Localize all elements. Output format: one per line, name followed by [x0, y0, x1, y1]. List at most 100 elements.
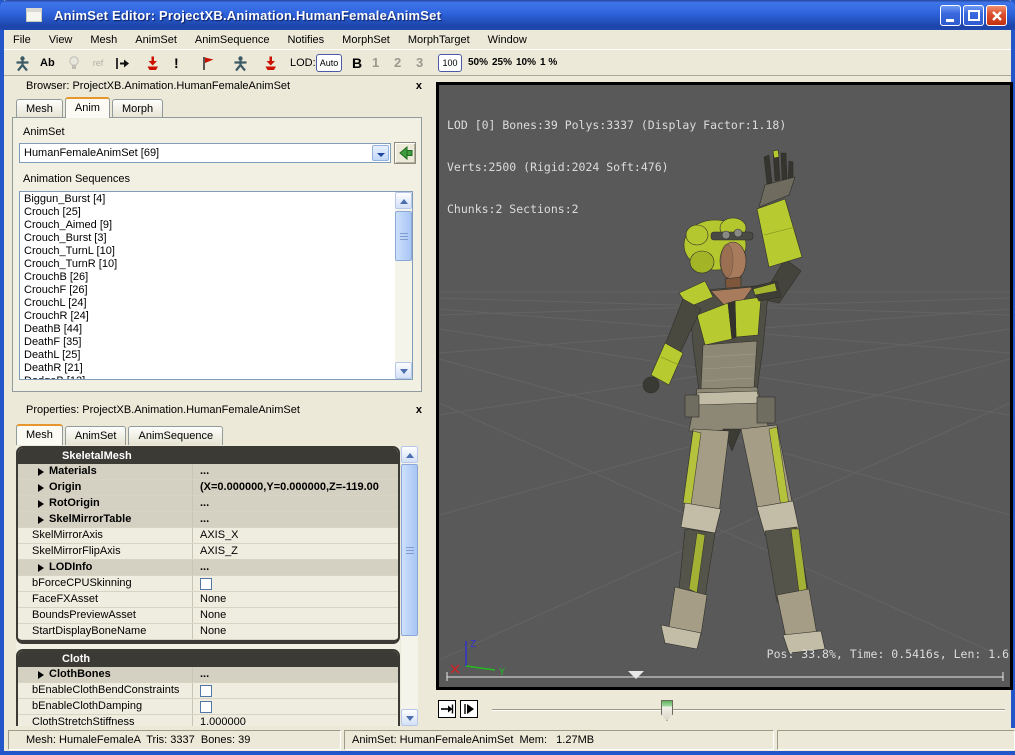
play-button[interactable] [460, 700, 478, 718]
resize-grip-icon[interactable] [976, 730, 1013, 748]
property-row-boundspreviewasset[interactable]: BoundsPreviewAsset None [18, 608, 398, 624]
loop-toggle-button[interactable] [438, 700, 456, 718]
list-item[interactable]: Biggun_Burst [4] [20, 193, 394, 206]
expand-arrow-icon[interactable] [38, 468, 44, 476]
tab-mesh-browser[interactable]: Mesh [16, 99, 63, 118]
properties-scrollbar[interactable] [401, 446, 418, 726]
list-item[interactable]: DeathF [35] [20, 336, 394, 349]
timeline-slider-thumb[interactable] [661, 700, 673, 721]
property-row-facefxasset[interactable]: FaceFXAsset None [18, 592, 398, 608]
speed-25-button[interactable]: 25% [492, 53, 512, 73]
tab-animset-props[interactable]: AnimSet [65, 426, 127, 445]
show-skeleton-icon[interactable] [12, 53, 32, 73]
list-item[interactable]: CrouchL [24] [20, 297, 394, 310]
speed-1-button[interactable]: 1 % [540, 53, 557, 73]
browser-close-icon[interactable]: x [416, 76, 422, 97]
list-item[interactable]: DeathB [44] [20, 323, 394, 336]
property-row-clothbones[interactable]: ClothBones ... [18, 667, 398, 683]
list-item[interactable]: CrouchR [24] [20, 310, 394, 323]
tab-morph[interactable]: Morph [112, 99, 163, 118]
property-row-clothstretchstiffness[interactable]: ClothStretchStiffness 1.000000 [18, 715, 398, 726]
expand-arrow-icon[interactable] [38, 516, 44, 524]
tab-anim[interactable]: Anim [65, 97, 110, 118]
list-item[interactable]: DeathR [21] [20, 362, 394, 375]
scrollbar-thumb[interactable] [395, 211, 412, 261]
timeline-slider[interactable] [492, 709, 1005, 711]
list-item[interactable]: Crouch_TurnR [10] [20, 258, 394, 271]
menu-item-animset[interactable]: AnimSet [126, 31, 186, 49]
list-item[interactable]: DodgeB [12] [20, 375, 394, 379]
find-animset-button[interactable] [394, 142, 416, 164]
title-bar[interactable]: AnimSet Editor: ProjectXB.Animation.Huma… [0, 0, 1015, 30]
property-row-skelmirrortable[interactable]: SkelMirrorTable ... [18, 512, 398, 528]
bind-pose-figure-icon[interactable] [230, 53, 250, 73]
lod-1-button[interactable]: 1 [372, 53, 379, 73]
properties-close-icon[interactable]: x [416, 400, 422, 421]
list-item[interactable]: Crouch_Aimed [9] [20, 219, 394, 232]
minimize-button[interactable] [940, 5, 961, 26]
expand-arrow-icon[interactable] [38, 500, 44, 508]
checkbox-bendconstraints[interactable] [200, 685, 212, 697]
lod-3-button[interactable]: 3 [416, 53, 423, 73]
tab-mesh-props[interactable]: Mesh [16, 424, 63, 445]
close-button[interactable] [986, 5, 1007, 26]
lod-auto-button[interactable]: Auto [316, 54, 342, 72]
property-row-benableclothdamping[interactable]: bEnableClothDamping [18, 699, 398, 715]
scroll-down-button[interactable] [401, 709, 418, 726]
scroll-up-button[interactable] [395, 192, 412, 209]
property-row-benableclothbendconstraints[interactable]: bEnableClothBendConstraints [18, 683, 398, 699]
viewport-timeline[interactable] [447, 671, 1003, 681]
speed-100-button[interactable]: 100 [438, 54, 462, 72]
list-item[interactable]: DeathL [25] [20, 349, 394, 362]
list-item[interactable]: Crouch_Burst [3] [20, 232, 394, 245]
property-row-origin[interactable]: Origin (X=0.000000,Y=0.000000,Z=-119.00 [18, 480, 398, 496]
property-row-lodinfo[interactable]: LODInfo ... [18, 560, 398, 576]
list-scrollbar[interactable] [395, 192, 412, 379]
new-socket-icon[interactable] [260, 53, 280, 73]
expand-arrow-icon[interactable] [38, 564, 44, 572]
checkbox-clothdamping[interactable] [200, 701, 212, 713]
notify-icon[interactable]: ! [174, 53, 179, 73]
menu-item-notifies[interactable]: Notifies [278, 31, 333, 49]
menu-item-window[interactable]: Window [479, 31, 536, 49]
animset-dropdown[interactable]: HumanFemaleAnimSet [69] [19, 143, 391, 163]
wireframe-lightbulb-icon[interactable] [64, 53, 84, 73]
property-row-materials[interactable]: Materials ... [18, 464, 398, 480]
list-item[interactable]: Crouch_TurnL [10] [20, 245, 394, 258]
expand-arrow-icon[interactable] [38, 671, 44, 679]
timeline-position-marker[interactable] [628, 671, 644, 679]
list-item[interactable]: CrouchF [26] [20, 284, 394, 297]
speed-50-button[interactable]: 50% [468, 53, 488, 73]
flag-icon[interactable] [198, 53, 218, 73]
scroll-down-button[interactable] [395, 362, 412, 379]
list-item[interactable]: CrouchB [26] [20, 271, 394, 284]
expand-arrow-icon[interactable] [38, 484, 44, 492]
preview-viewport[interactable]: Z Y LOD [0] Bones:39 Polys:33 [436, 82, 1013, 690]
scroll-up-button[interactable] [401, 446, 418, 463]
property-row-skelmirroraxis[interactable]: SkelMirrorAxis AXIS_X [18, 528, 398, 544]
dropdown-button[interactable] [372, 145, 389, 161]
menu-item-animsequence[interactable]: AnimSequence [186, 31, 279, 49]
property-row-startdisplaybonename[interactable]: StartDisplayBoneName None [18, 624, 398, 640]
menu-item-morphset[interactable]: MorphSet [333, 31, 399, 49]
speed-10-button[interactable]: 10% [516, 53, 536, 73]
property-row-rotorigin[interactable]: RotOrigin ... [18, 496, 398, 512]
scrollbar-thumb[interactable] [401, 464, 418, 636]
socket-manager-icon[interactable] [142, 53, 162, 73]
show-bone-names-icon[interactable]: Ab [40, 53, 55, 73]
tab-animsequence-props[interactable]: AnimSequence [128, 426, 223, 445]
menu-item-mesh[interactable]: Mesh [81, 31, 126, 49]
bind-pose-button[interactable]: B [352, 53, 362, 73]
menu-item-file[interactable]: File [4, 31, 40, 49]
property-row-bforcecpuskinning[interactable]: bForceCPUSkinning [18, 576, 398, 592]
section-header[interactable]: Cloth [18, 651, 398, 667]
lod-2-button[interactable]: 2 [394, 53, 401, 73]
property-row-skelmirrorflipaxis[interactable]: SkelMirrorFlipAxis AXIS_Z [18, 544, 398, 560]
checkbox-bforcecpuskinning[interactable] [200, 578, 212, 590]
menu-item-view[interactable]: View [40, 31, 82, 49]
ref-pose-icon[interactable]: ref [88, 53, 108, 73]
menu-item-morphtarget[interactable]: MorphTarget [399, 31, 479, 49]
mirror-arrow-icon[interactable] [112, 53, 132, 73]
section-header[interactable]: SkeletalMesh [18, 448, 398, 464]
list-item[interactable]: Crouch [25] [20, 206, 394, 219]
